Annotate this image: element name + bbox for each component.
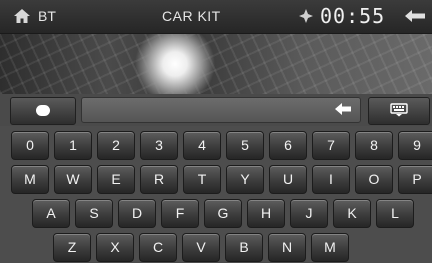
- key-n[interactable]: N: [268, 233, 306, 262]
- backspace-icon[interactable]: [334, 102, 352, 116]
- key-j[interactable]: J: [290, 199, 328, 228]
- key-k[interactable]: K: [333, 199, 371, 228]
- key-8[interactable]: 8: [355, 131, 393, 160]
- key-l[interactable]: L: [376, 199, 414, 228]
- clock-time: 00:55: [320, 4, 386, 28]
- key-2[interactable]: 2: [97, 131, 135, 160]
- key-f[interactable]: F: [161, 199, 199, 228]
- back-arrow-icon[interactable]: [404, 9, 426, 23]
- message-button[interactable]: [10, 97, 76, 125]
- home-icon[interactable]: [13, 8, 31, 24]
- key-p[interactable]: P: [398, 165, 432, 194]
- key-1[interactable]: 1: [54, 131, 92, 160]
- key-i[interactable]: I: [312, 165, 350, 194]
- key-6[interactable]: 6: [269, 131, 307, 160]
- key-m[interactable]: M: [311, 233, 349, 262]
- keyboard-toggle-button[interactable]: [368, 97, 430, 125]
- top-bar: BT CAR KIT 00:55: [0, 0, 432, 34]
- key-o[interactable]: O: [355, 165, 393, 194]
- input-row: [0, 94, 432, 126]
- key-v[interactable]: V: [182, 233, 220, 262]
- key-7[interactable]: 7: [312, 131, 350, 160]
- key-s[interactable]: S: [75, 199, 113, 228]
- key-e[interactable]: E: [97, 165, 135, 194]
- keyboard-icon: [390, 103, 408, 117]
- key-y[interactable]: Y: [226, 165, 264, 194]
- key-3[interactable]: 3: [140, 131, 178, 160]
- key-t[interactable]: T: [183, 165, 221, 194]
- background-photo: [0, 34, 432, 94]
- key-c[interactable]: C: [139, 233, 177, 262]
- key-u[interactable]: U: [269, 165, 307, 194]
- message-icon: [36, 105, 50, 116]
- key-b[interactable]: B: [225, 233, 263, 262]
- page-title: CAR KIT: [162, 8, 221, 24]
- key-g[interactable]: G: [204, 199, 242, 228]
- key-w[interactable]: W: [54, 165, 92, 194]
- key-4[interactable]: 4: [183, 131, 221, 160]
- onscreen-keyboard: 0123456789MWERTYUIOPASDFGHJKLZXCVBNM: [0, 126, 432, 263]
- text-input[interactable]: [81, 97, 361, 123]
- key-9[interactable]: 9: [398, 131, 432, 160]
- key-x[interactable]: X: [96, 233, 134, 262]
- key-0[interactable]: 0: [11, 131, 49, 160]
- key-h[interactable]: H: [247, 199, 285, 228]
- key-z[interactable]: Z: [53, 233, 91, 262]
- key-a[interactable]: A: [32, 199, 70, 228]
- clock-icon: [299, 9, 313, 23]
- key-d[interactable]: D: [118, 199, 156, 228]
- key-5[interactable]: 5: [226, 131, 264, 160]
- bt-label: BT: [38, 8, 56, 24]
- car-kit-screen: BT CAR KIT 00:55 0123 4 5 6 7 8 9 M W E …: [0, 0, 432, 263]
- key-m[interactable]: M: [11, 165, 49, 194]
- key-r[interactable]: R: [140, 165, 178, 194]
